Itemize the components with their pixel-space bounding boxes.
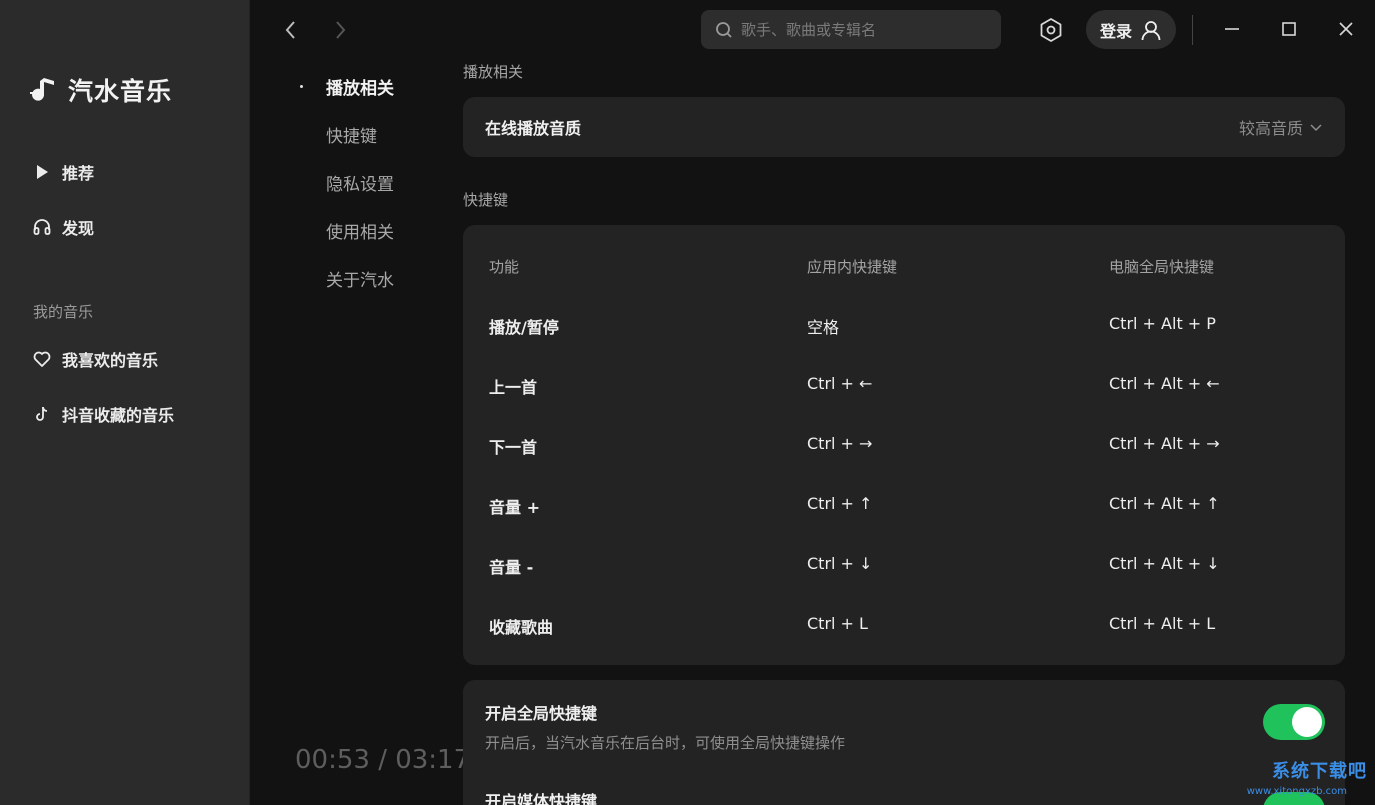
shortcut-global[interactable]: Ctrl + Alt + P <box>1109 314 1216 333</box>
media-shortcut-toggle-title: 开启媒体快捷键 <box>485 792 598 805</box>
subnav-item-privacy[interactable]: 隐私设置 <box>326 170 394 195</box>
sidebar-item-recommend[interactable]: 推荐 <box>32 160 94 184</box>
sidebar-item-discover[interactable]: 发现 <box>32 215 94 239</box>
search-bar[interactable] <box>701 10 1001 49</box>
back-arrow-icon[interactable] <box>279 18 303 42</box>
sidebar-item-label: 推荐 <box>62 164 95 183</box>
active-indicator-dot <box>300 85 303 88</box>
subnav-item-usage[interactable]: 使用相关 <box>326 218 394 243</box>
quality-label: 在线播放音质 <box>485 119 582 138</box>
shortcut-in-app[interactable]: 空格 <box>807 314 839 338</box>
table-row: 音量 - Ctrl + ↓ Ctrl + Alt + ↓ <box>489 554 1345 577</box>
column-header: 功能 <box>489 258 520 276</box>
chevron-down-icon <box>1310 124 1322 132</box>
subnav-item-about[interactable]: 关于汽水 <box>326 266 394 291</box>
sidebar-item-douyin-music[interactable]: 抖音收藏的音乐 <box>32 402 174 426</box>
settings-gear-icon[interactable] <box>1037 16 1065 44</box>
shortcut-global[interactable]: Ctrl + Alt + → <box>1109 434 1220 453</box>
shortcut-table-header: 功能 应用内快捷键 电脑全局快捷键 <box>489 256 1345 276</box>
heart-icon <box>33 351 51 367</box>
playback-time: 00:53 / 03:17 <box>295 745 471 775</box>
main-panel: 登录 播放相关 快捷键 隐私设置 使用相关 关于汽水 00:53 / 03:17… <box>251 0 1375 805</box>
shortcut-function: 收藏歌曲 <box>489 618 554 637</box>
shortcut-function: 播放/暂停 <box>489 318 559 337</box>
column-header: 应用内快捷键 <box>807 258 898 276</box>
shortcut-function: 下一首 <box>489 438 538 457</box>
my-music-section-label: 我的音乐 <box>33 303 94 321</box>
global-shortcut-toggle-desc: 开启后，当汽水音乐在后台时，可使用全局快捷键操作 <box>485 734 846 752</box>
shortcut-function: 音量 + <box>489 498 540 517</box>
playback-section-heading: 播放相关 <box>463 63 524 81</box>
app-logo[interactable]: 汽水音乐 <box>30 72 172 108</box>
close-icon[interactable] <box>1335 18 1357 40</box>
subnav-item-playback[interactable]: 播放相关 <box>300 74 394 99</box>
table-row: 播放/暂停 空格 Ctrl + Alt + P <box>489 314 1345 337</box>
search-icon <box>716 21 732 38</box>
table-row: 音量 + Ctrl + ↑ Ctrl + Alt + ↑ <box>489 494 1345 517</box>
login-button[interactable]: 登录 <box>1086 10 1176 49</box>
shortcut-in-app[interactable]: Ctrl + ← <box>807 374 872 393</box>
maximize-icon[interactable] <box>1278 18 1300 40</box>
user-icon <box>1141 20 1161 40</box>
shortcut-in-app[interactable]: Ctrl + → <box>807 434 872 453</box>
shortcut-table: 功能 应用内快捷键 电脑全局快捷键 播放/暂停 空格 Ctrl + Alt + … <box>463 225 1345 665</box>
column-header: 电脑全局快捷键 <box>1109 258 1215 276</box>
sidebar: 汽水音乐 推荐 发现 我的音乐 我喜欢的音乐 抖音收藏的音乐 <box>0 0 250 805</box>
global-shortcut-toggle-title: 开启全局快捷键 <box>485 704 598 723</box>
watermark-logo: 系统下载吧 <box>1272 761 1367 782</box>
shortcut-global[interactable]: Ctrl + Alt + ↓ <box>1109 554 1220 573</box>
titlebar-divider <box>1192 15 1193 45</box>
global-shortcut-toggle[interactable] <box>1263 704 1325 740</box>
toggle-knob <box>1292 707 1322 737</box>
note-logo-icon <box>30 78 54 101</box>
sidebar-item-label: 发现 <box>62 219 95 238</box>
shortcut-global[interactable]: Ctrl + Alt + L <box>1109 614 1215 633</box>
shortcut-function: 上一首 <box>489 378 538 397</box>
sidebar-item-label: 抖音收藏的音乐 <box>62 406 175 425</box>
quality-dropdown[interactable]: 较高音质 <box>1239 115 1323 139</box>
table-row: 上一首 Ctrl + ← Ctrl + Alt + ← <box>489 374 1345 397</box>
login-label: 登录 <box>1099 21 1132 41</box>
minimize-icon[interactable] <box>1221 18 1243 40</box>
shortcut-global[interactable]: Ctrl + Alt + ← <box>1109 374 1220 393</box>
table-row: 收藏歌曲 Ctrl + L Ctrl + Alt + L <box>489 614 1345 637</box>
douyin-icon <box>36 406 48 421</box>
shortcut-in-app[interactable]: Ctrl + L <box>807 614 868 633</box>
shortcut-global[interactable]: Ctrl + Alt + ↑ <box>1109 494 1220 513</box>
headphones-icon <box>33 219 51 235</box>
shortcut-in-app[interactable]: Ctrl + ↓ <box>807 554 872 573</box>
shortcut-section-heading: 快捷键 <box>463 191 509 209</box>
search-input[interactable] <box>741 20 981 39</box>
title-bar: 登录 <box>251 0 1375 60</box>
quality-value: 较高音质 <box>1238 119 1303 138</box>
sidebar-item-liked-music[interactable]: 我喜欢的音乐 <box>32 347 158 371</box>
subnav-item-shortcuts[interactable]: 快捷键 <box>326 122 377 147</box>
play-icon <box>37 165 48 179</box>
table-row: 下一首 Ctrl + → Ctrl + Alt + → <box>489 434 1345 457</box>
forward-arrow-icon[interactable] <box>328 18 352 42</box>
shortcut-function: 音量 - <box>489 558 534 577</box>
sidebar-item-label: 我喜欢的音乐 <box>62 351 159 370</box>
shortcut-in-app[interactable]: Ctrl + ↑ <box>807 494 872 513</box>
quality-setting-row: 在线播放音质 较高音质 <box>463 97 1345 157</box>
app-name: 汽水音乐 <box>68 77 173 106</box>
watermark-url: www.xitongxzb.com <box>1246 786 1347 797</box>
toggle-settings-card: 开启全局快捷键 开启后，当汽水音乐在后台时，可使用全局快捷键操作 开启媒体快捷键 <box>463 680 1345 805</box>
